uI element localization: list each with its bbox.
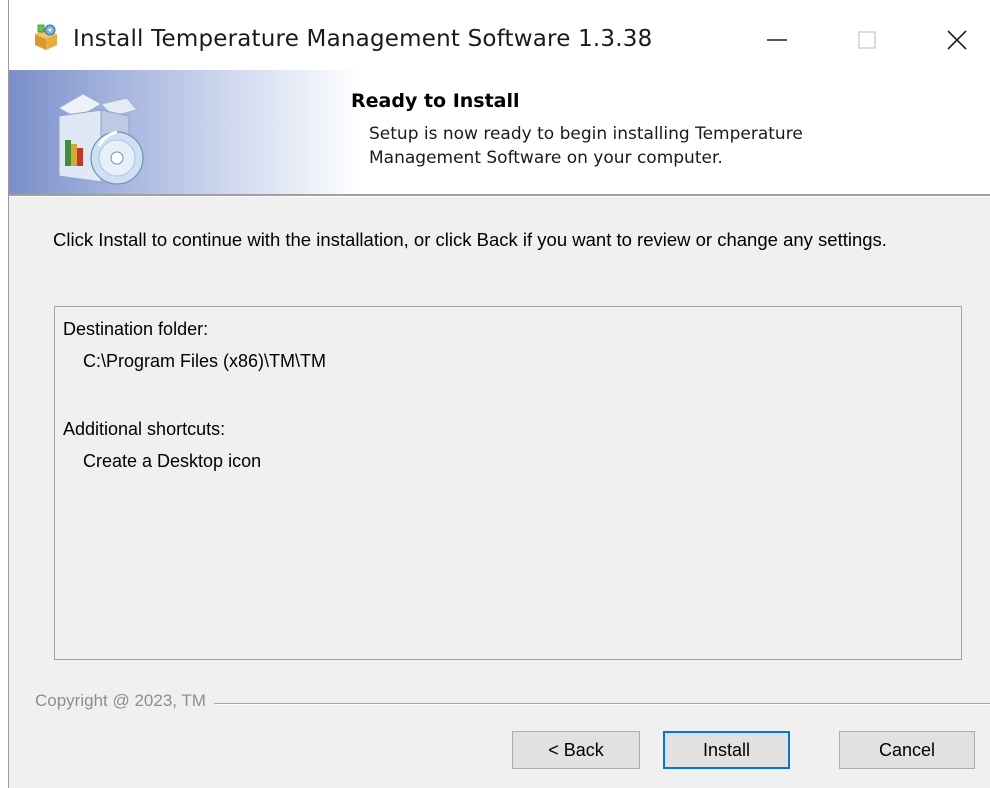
install-button[interactable]: Install [663, 731, 790, 769]
additional-shortcuts-label: Additional shortcuts: [63, 419, 226, 439]
window-title: Install Temperature Management Software … [73, 26, 653, 52]
setup-box-icon [31, 22, 61, 52]
title-bar[interactable]: Install Temperature Management Software … [9, 0, 990, 70]
maximize-icon [858, 31, 876, 49]
page-heading: Ready to Install [351, 90, 520, 112]
back-button[interactable]: < Back [512, 731, 640, 769]
close-icon [947, 30, 967, 50]
intro-text: Click Install to continue with the insta… [53, 229, 887, 250]
install-summary-box[interactable]: Destination folder: C:\Program Files (x8… [54, 306, 962, 660]
banner-divider [9, 194, 990, 197]
destination-folder-label: Destination folder: [63, 319, 209, 339]
cancel-button[interactable]: Cancel [839, 731, 975, 769]
page-subtitle: Setup is now ready to begin installing T… [369, 122, 929, 170]
page-subtitle-line-2: Management Software on your computer. [369, 148, 723, 168]
copyright-text: Copyright @ 2023, TM [35, 691, 214, 711]
header-banner: Ready to Install Setup is now ready to b… [9, 70, 990, 194]
minimize-icon [767, 39, 787, 41]
close-button[interactable] [929, 18, 985, 62]
maximize-button[interactable] [839, 18, 895, 62]
additional-shortcuts-value: Create a Desktop icon [83, 451, 262, 471]
install-box-cd-icon [43, 80, 153, 190]
destination-folder-value: C:\Program Files (x86)\TM\TM [83, 351, 327, 371]
page-subtitle-line-1: Setup is now ready to begin installing T… [369, 124, 803, 144]
minimize-button[interactable] [749, 18, 805, 62]
installer-window: Install Temperature Management Software … [8, 0, 990, 788]
